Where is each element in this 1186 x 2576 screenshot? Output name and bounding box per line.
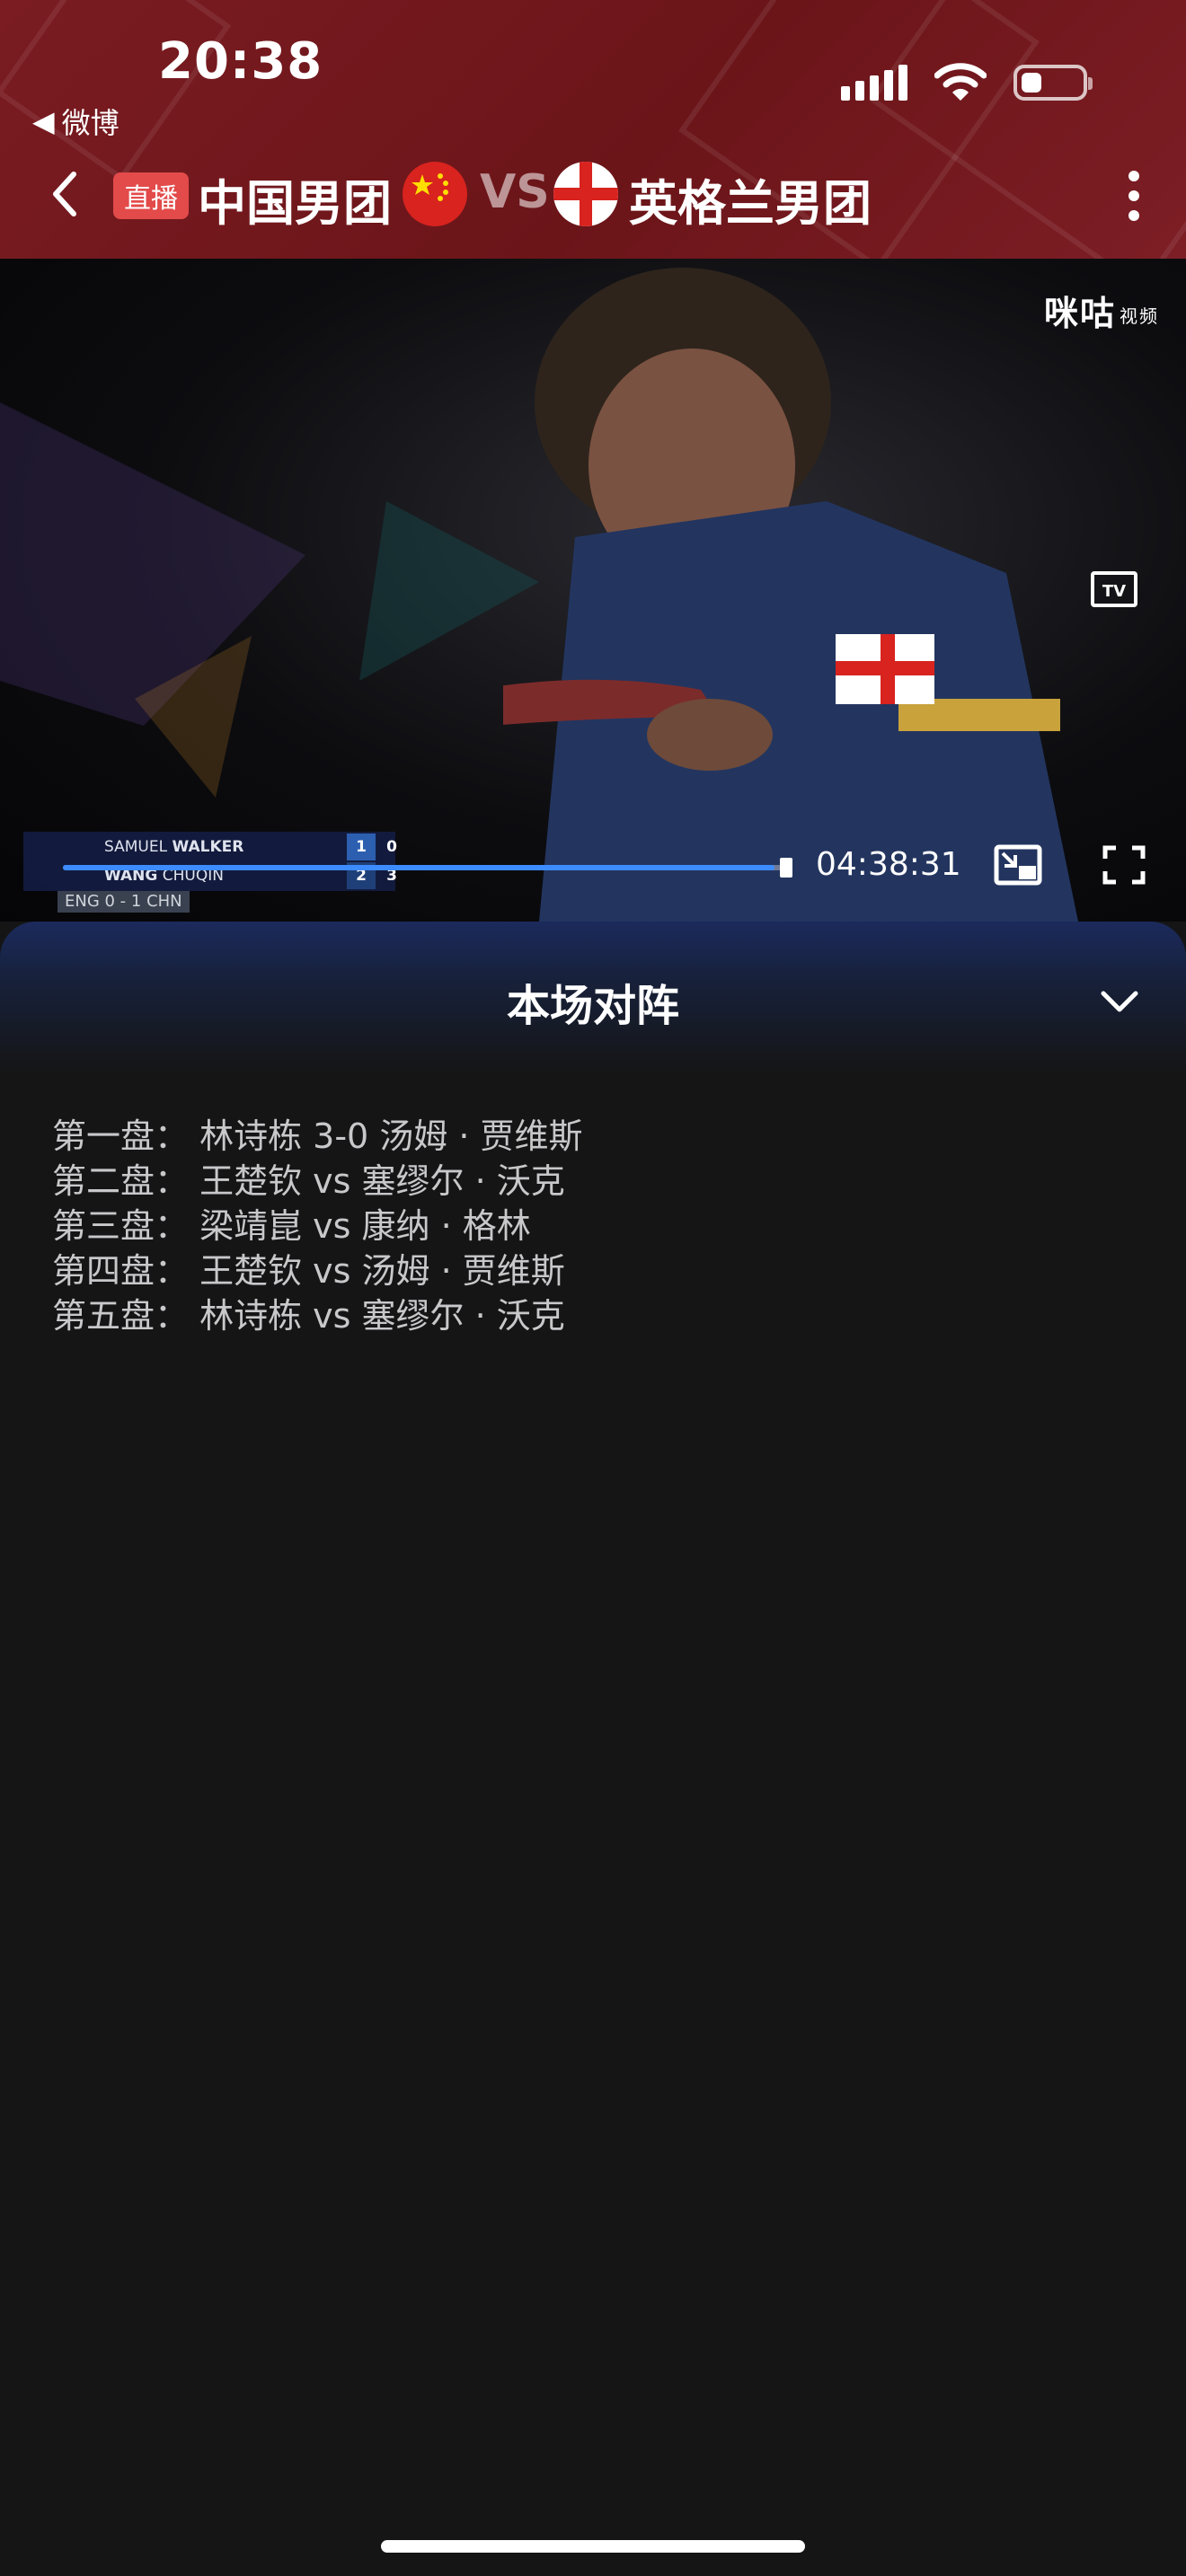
collapse-chevron-icon[interactable] bbox=[1100, 988, 1139, 1015]
scoreboard: SAMUEL WALKER 1 0 WANG CHUQIN 2 3 bbox=[23, 832, 397, 891]
nav-bar: 直播 中国男团 VS 英格兰男团 bbox=[0, 158, 1186, 232]
back-chevron-icon[interactable] bbox=[45, 169, 84, 219]
lineup-panel: 本场对阵 第一盘： 林诗栋 3-0 汤姆 · 贾维斯 第二盘： 王楚钦 vs 塞… bbox=[0, 922, 1186, 2576]
picture-in-picture-icon[interactable] bbox=[994, 844, 1042, 886]
battery-icon bbox=[1013, 65, 1093, 101]
player-top-last: WALKER bbox=[172, 838, 244, 856]
match-item: 第一盘： 林诗栋 3-0 汤姆 · 贾维斯 bbox=[52, 1116, 583, 1156]
player-top-first: SAMUEL bbox=[104, 838, 168, 856]
top-games: 1 bbox=[347, 834, 376, 860]
team-b-name: 英格兰男团 bbox=[629, 175, 872, 232]
elapsed-time: 04:38:31 bbox=[816, 846, 961, 883]
status-icons bbox=[841, 63, 1093, 102]
match-item: 第三盘： 梁靖崑 vs 康纳 · 格林 bbox=[52, 1206, 531, 1246]
scoreboard-row-top: SAMUEL WALKER 1 0 bbox=[104, 834, 397, 860]
china-flag-icon bbox=[403, 162, 467, 226]
team-a-name: 中国男团 bbox=[198, 175, 392, 232]
match-item: 第四盘： 王楚钦 vs 汤姆 · 贾维斯 bbox=[52, 1251, 565, 1291]
team-score-label: ENG 0 - 1 CHN bbox=[58, 891, 190, 913]
back-app-label: 微博 bbox=[61, 106, 119, 140]
back-to-app-link[interactable]: ◀ 微博 bbox=[32, 101, 119, 142]
progress-knob[interactable] bbox=[780, 858, 792, 878]
match-item: 第五盘： 林诗栋 vs 塞缪尔 · 沃克 bbox=[52, 1296, 565, 1336]
panel-title: 本场对阵 bbox=[506, 981, 679, 1031]
match-item: 第二盘： 王楚钦 vs 塞缪尔 · 沃克 bbox=[52, 1161, 565, 1201]
player-image bbox=[503, 268, 1078, 922]
top-points: 0 bbox=[386, 838, 397, 856]
progress-fill bbox=[63, 865, 774, 870]
vs-label: VS bbox=[480, 165, 550, 219]
header-decoration bbox=[0, 0, 232, 182]
wifi-icon bbox=[934, 63, 987, 101]
cellular-signal-icon bbox=[841, 65, 907, 101]
video-player[interactable]: 咪咕 视频 TV SAMUEL WALKER 1 0 WANG CHUQIN 2 … bbox=[0, 259, 1186, 922]
top-header: 20:38 ◀ 微博 直播 中国男团 VS 英格兰男团 bbox=[0, 0, 1186, 259]
status-time: 20:38 bbox=[158, 32, 323, 91]
live-badge: 直播 bbox=[113, 172, 189, 219]
england-flag-icon bbox=[553, 162, 618, 226]
progress-bar[interactable] bbox=[63, 865, 789, 870]
fullscreen-icon[interactable] bbox=[1102, 844, 1146, 886]
tv-cast-icon[interactable]: TV bbox=[1091, 571, 1137, 607]
match-list: 第一盘： 林诗栋 3-0 汤姆 · 贾维斯 第二盘： 王楚钦 vs 塞缪尔 · … bbox=[52, 1114, 583, 1338]
brand-logo: 咪咕 视频 bbox=[1043, 294, 1159, 333]
more-options-icon[interactable] bbox=[1128, 171, 1143, 221]
home-indicator[interactable] bbox=[381, 2540, 805, 2553]
back-triangle-icon: ◀ bbox=[32, 104, 55, 138]
